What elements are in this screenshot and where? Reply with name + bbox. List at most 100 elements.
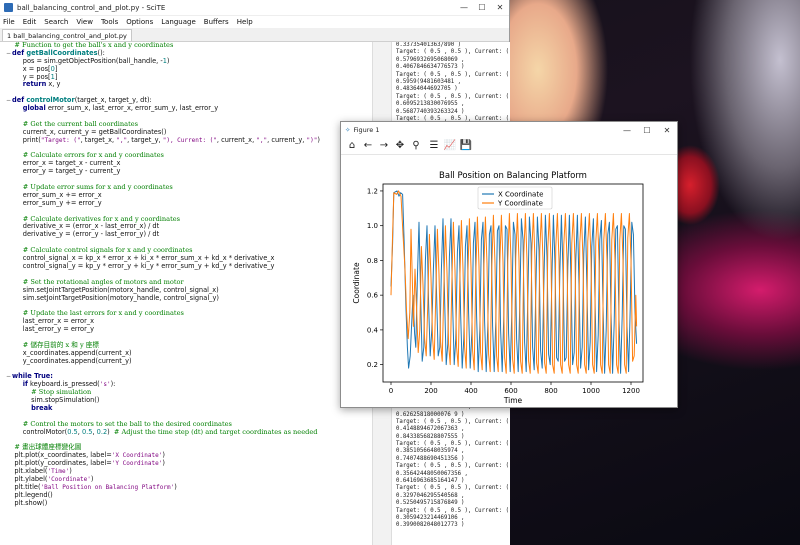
code-line[interactable]: x = pos[0] bbox=[6, 65, 372, 74]
menu-tools[interactable]: Tools bbox=[101, 18, 118, 26]
output-line: Target: ( 0.5 , 0.5 ), Current: ( bbox=[396, 463, 509, 470]
figure-minimize-button[interactable]: — bbox=[617, 126, 637, 135]
menu-file[interactable]: File bbox=[3, 18, 15, 26]
pan-icon[interactable]: ✥ bbox=[393, 139, 407, 153]
x-axis-label: Time bbox=[503, 396, 523, 405]
code-line[interactable]: controlMotor(0.5, 0.5, 0.2) # Adjust the… bbox=[6, 428, 372, 437]
legend-label: Y Coordinate bbox=[497, 200, 543, 208]
editor-tabbar: 1 ball_balancing_control_and_plot.py bbox=[0, 28, 509, 42]
editor-menubar: File Edit Search View Tools Options Lang… bbox=[0, 16, 509, 28]
code-line[interactable]: plt.ylabel('Coordinate') bbox=[6, 475, 372, 484]
y-tick-label: 0.6 bbox=[367, 292, 379, 300]
code-line[interactable]: last_error_y = error_y bbox=[6, 325, 372, 334]
code-pane[interactable]: # Function to get the ball's x and y coo… bbox=[0, 42, 372, 545]
output-line: Target: ( 0.5 , 0.5 ), Current: ( bbox=[396, 71, 509, 78]
x-tick-label: 1000 bbox=[582, 387, 600, 395]
scite-app-icon bbox=[4, 3, 13, 12]
y-axis-label: Coordinate bbox=[352, 262, 361, 304]
menu-view[interactable]: View bbox=[76, 18, 93, 26]
output-line: 0.5250495715876849 ) bbox=[396, 500, 465, 507]
output-line: 0.5796932695068069 , bbox=[396, 56, 465, 63]
x-tick-label: 600 bbox=[504, 387, 517, 395]
chart-title: Ball Position on Balancing Platform bbox=[439, 171, 587, 181]
code-line[interactable]: y_coordinates.append(current_y) bbox=[6, 357, 372, 366]
output-line: 0.3851056648035974 , bbox=[396, 448, 465, 455]
figure-maximize-button[interactable]: ☐ bbox=[637, 126, 657, 135]
y-tick-label: 0.2 bbox=[367, 361, 378, 369]
editor-titlebar: ball_balancing_control_and_plot.py - Sci… bbox=[0, 0, 509, 16]
code-line[interactable]: plt.show() bbox=[6, 499, 372, 508]
code-line[interactable]: y = pos[1] bbox=[6, 73, 372, 82]
output-line: 0.7407488690451356 ) bbox=[396, 455, 465, 462]
output-line: 0.3059423214469106 , bbox=[396, 515, 465, 521]
zoom-icon[interactable]: ⚲ bbox=[409, 139, 423, 153]
menu-buffers[interactable]: Buffers bbox=[204, 18, 229, 26]
legend-label: X Coordinate bbox=[498, 191, 543, 199]
menu-options[interactable]: Options bbox=[126, 18, 153, 26]
forward-icon[interactable]: → bbox=[377, 139, 391, 153]
output-line: Target: ( 0.5 , 0.5 ), Current: ( bbox=[396, 485, 509, 492]
figure-toolbar: ⌂ ← → ✥ ⚲ ☰ 📈 💾 bbox=[341, 138, 677, 155]
code-line[interactable]: plt.plot(y_coordinates, label='Y Coordin… bbox=[6, 459, 372, 468]
x-tick-label: 200 bbox=[424, 387, 437, 395]
menu-help[interactable]: Help bbox=[237, 18, 253, 26]
close-button[interactable]: ✕ bbox=[491, 3, 509, 12]
code-line[interactable]: global error_sum_x, last_error_x, error_… bbox=[6, 104, 372, 113]
editor-title: ball_balancing_control_and_plot.py - Sci… bbox=[17, 3, 166, 12]
output-line: 0.6416963685164147 ) bbox=[396, 478, 465, 485]
output-line: 0.3990082048012773 ) bbox=[396, 522, 465, 529]
code-line[interactable]: break bbox=[6, 404, 372, 413]
code-line[interactable]: return x, y bbox=[6, 81, 372, 89]
code-line[interactable] bbox=[6, 366, 372, 374]
code-line[interactable]: plt.xlabel('Time') bbox=[6, 467, 372, 476]
output-line: Target: ( 0.5 , 0.5 ), Current: ( bbox=[396, 418, 509, 425]
figure-titlebar: ✧ Figure 1 — ☐ ✕ bbox=[341, 122, 677, 138]
file-tab[interactable]: 1 ball_balancing_control_and_plot.py bbox=[2, 29, 132, 41]
code-line[interactable]: print("Target: (", target_x, ",", target… bbox=[6, 136, 372, 145]
y-tick-label: 0.8 bbox=[367, 257, 378, 265]
x-tick-label: 1200 bbox=[622, 387, 640, 395]
menu-search[interactable]: Search bbox=[44, 18, 68, 26]
code-line[interactable]: sim.stopSimulation() bbox=[6, 396, 372, 405]
x-tick-label: 800 bbox=[544, 387, 557, 395]
back-icon[interactable]: ← bbox=[361, 139, 375, 153]
y-tick-label: 0.4 bbox=[367, 326, 379, 334]
series-line-y bbox=[390, 190, 638, 374]
output-line: 0.3297046295540568 , bbox=[396, 492, 465, 499]
figure-title: Figure 1 bbox=[353, 126, 380, 134]
x-tick-label: 0 bbox=[389, 387, 393, 395]
output-line: Target: ( 0.5 , 0.5 ), Current: ( bbox=[396, 507, 509, 514]
y-tick-label: 1.2 bbox=[367, 187, 378, 195]
code-line[interactable]: derivative_y = (error_y - last_error_y) … bbox=[6, 230, 372, 239]
output-line: 0.33735401363/890 ) bbox=[396, 42, 462, 48]
matplotlib-figure-window: ✧ Figure 1 — ☐ ✕ ⌂ ← → ✥ ⚲ ☰ 📈 💾 Ball Position … bbox=[340, 121, 678, 408]
code-line[interactable]: plt.legend() bbox=[6, 491, 372, 500]
y-tick-label: 1.0 bbox=[367, 222, 378, 230]
output-line: 0.35642448050067356 , bbox=[396, 470, 468, 477]
plot-canvas[interactable]: Ball Position on Balancing Platform 0 200 4… bbox=[341, 156, 677, 408]
home-icon[interactable]: ⌂ bbox=[345, 139, 359, 153]
code-line[interactable]: control_signal_y = kp_y * error_y + ki_y… bbox=[6, 262, 372, 271]
output-line: 0.5959(9481603481 , bbox=[396, 78, 462, 85]
output-line: 0.62625818000076 9 ) bbox=[396, 411, 465, 418]
code-line[interactable]: sim.setJointTargetPosition(motory_handle… bbox=[6, 294, 372, 303]
x-tick-label: 400 bbox=[464, 387, 477, 395]
output-line: 0.6095213830076955 , bbox=[396, 101, 465, 108]
code-line[interactable]: plt.title('Ball Position on Balancing Pl… bbox=[6, 483, 372, 492]
subplots-icon[interactable]: ☰ bbox=[427, 139, 441, 153]
output-line: 0.5687740393263324 ) bbox=[396, 108, 465, 115]
code-line[interactable]: error_sum_y += error_y bbox=[6, 199, 372, 208]
output-line: 0.4067846634776573 ) bbox=[396, 64, 465, 71]
code-line[interactable]: error_y = target_y - current_y bbox=[6, 167, 372, 176]
code-line[interactable]: pos = sim.getObjectPosition(ball_handle,… bbox=[6, 57, 372, 66]
output-line: Target: ( 0.5 , 0.5 ), Current: ( bbox=[396, 93, 509, 100]
menu-language[interactable]: Language bbox=[161, 18, 196, 26]
output-line: 0.4148894672067363 , bbox=[396, 426, 465, 433]
output-line: 0.8433856828807555 ) bbox=[396, 433, 465, 440]
menu-edit[interactable]: Edit bbox=[23, 18, 37, 26]
figure-close-button[interactable]: ✕ bbox=[657, 126, 677, 135]
maximize-button[interactable]: ☐ bbox=[473, 3, 491, 12]
minimize-button[interactable]: — bbox=[455, 3, 473, 12]
save-icon[interactable]: 💾 bbox=[459, 139, 473, 153]
edit-curve-icon[interactable]: 📈 bbox=[443, 139, 457, 153]
